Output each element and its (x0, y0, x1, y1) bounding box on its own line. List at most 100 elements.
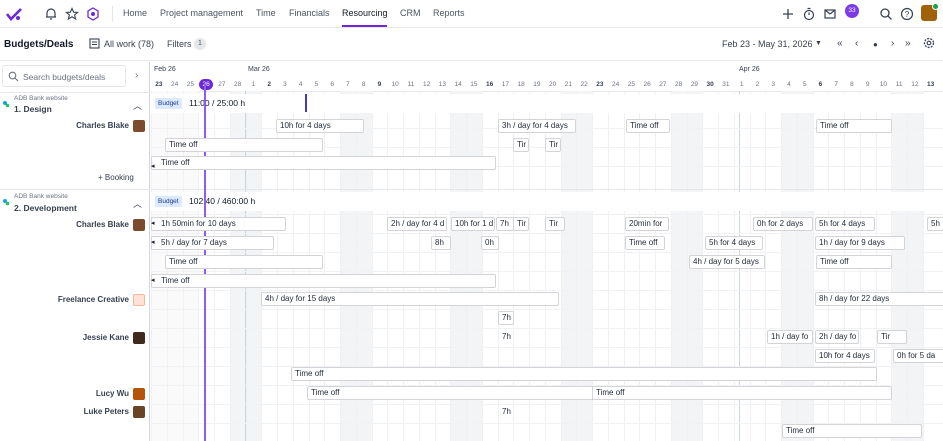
bell-icon[interactable] (44, 7, 58, 21)
booking-bar[interactable]: 3h / day for 4 days (498, 119, 576, 133)
all-work-selector[interactable]: All work (78) (104, 39, 154, 49)
booking-bar[interactable]: Time off (816, 255, 892, 269)
booking-bar[interactable]: 1h / day fo (767, 330, 813, 344)
day-column[interactable] (891, 91, 907, 441)
booking-bar[interactable]: 10h for 4 days (815, 349, 875, 363)
date-range-chevron-icon[interactable]: ▼ (815, 40, 822, 47)
gear-icon[interactable] (923, 37, 935, 49)
star-icon[interactable] (65, 7, 79, 21)
group-name[interactable]: 2. Development (14, 203, 77, 213)
svg-text:?: ? (905, 10, 910, 19)
booking-bar[interactable]: 0h for 2 days (753, 217, 813, 231)
booking-bar[interactable]: Tir (513, 217, 529, 231)
filters-button[interactable]: Filters (167, 39, 192, 49)
booking-bar[interactable]: 0h for 5 da (893, 349, 943, 363)
nav-home[interactable]: Home (123, 8, 147, 18)
person-name[interactable]: Lucy Wu (96, 389, 129, 398)
hexagon-icon[interactable] (86, 7, 100, 21)
booking-bar[interactable]: Time off (165, 138, 323, 152)
stopwatch-icon[interactable] (802, 7, 816, 21)
booking-bar[interactable]: 4h / day for 5 days (689, 255, 765, 269)
booking-bar[interactable]: 0h (481, 236, 499, 250)
budget-progress-marker (305, 94, 307, 112)
collapse-group-chevron-icon[interactable]: ︿ (133, 197, 142, 210)
nav-financials[interactable]: Financials (289, 8, 330, 18)
day-number: 23 (596, 81, 604, 88)
double-chevron-left-icon[interactable]: « (837, 38, 843, 49)
booking-bar[interactable]: Time off (151, 156, 496, 170)
help-icon[interactable]: ? (900, 7, 914, 21)
booking-bar[interactable]: Tir (877, 330, 907, 344)
overflow-left-icon: ◂ (151, 220, 155, 227)
booking-bar[interactable]: Time off (816, 119, 892, 133)
booking-bar[interactable]: 7h (498, 405, 514, 419)
person-name[interactable]: Jessie Kane (83, 333, 129, 342)
booking-bar[interactable]: 4h / day for 15 days (261, 292, 559, 306)
day-number: 2 (755, 81, 760, 88)
date-range-picker[interactable]: Feb 23 - May 31, 2026 (722, 39, 813, 49)
booking-bar[interactable]: 2h / day for 4 d (387, 217, 447, 231)
booking-bar[interactable]: Time off (307, 386, 597, 400)
collapse-group-chevron-icon[interactable]: ︿ (133, 99, 142, 112)
row-divider (151, 328, 943, 329)
day-column[interactable] (923, 91, 939, 441)
booking-bar[interactable]: Time off (291, 367, 877, 381)
booking-bar[interactable]: 5h (927, 217, 943, 231)
booking-bar[interactable]: Time off (782, 424, 922, 438)
booking-bar[interactable]: Tir (545, 217, 565, 231)
booking-bar[interactable]: 7h (498, 311, 514, 325)
search-icon[interactable] (879, 7, 893, 21)
nav-time[interactable]: Time (256, 8, 276, 18)
booking-bar[interactable]: 10h for 4 days (276, 119, 364, 133)
person-name[interactable]: Freelance Creative (58, 295, 129, 304)
booking-bar[interactable]: Time off (165, 255, 323, 269)
booking-bar[interactable]: 10h for 1 d (451, 217, 495, 231)
avatar (133, 120, 145, 132)
day-number: 4 (298, 81, 303, 88)
day-number: 4 (787, 81, 791, 88)
nav-crm[interactable]: CRM (400, 8, 421, 18)
booking-bar[interactable]: Time off (625, 236, 665, 250)
day-gridline (151, 91, 152, 441)
person-name[interactable]: Charles Blake (76, 121, 129, 130)
booking-bar[interactable]: Time off (626, 119, 670, 133)
booking-bar[interactable]: 8h (431, 236, 451, 250)
notification-badge[interactable]: 33 (845, 4, 859, 18)
booking-bar[interactable]: Time off (592, 386, 892, 400)
nav-project-management[interactable]: Project management (160, 8, 243, 18)
person-name[interactable]: Luke Peters (84, 407, 129, 416)
plus-icon[interactable] (781, 7, 795, 21)
booking-bar[interactable]: Tir (545, 138, 561, 152)
user-avatar[interactable] (921, 3, 939, 21)
day-number: 24 (612, 81, 620, 88)
group-divider (151, 189, 943, 190)
add-booking-button[interactable]: + Booking (98, 173, 134, 182)
booking-bar[interactable]: 7h (498, 330, 514, 344)
person-name[interactable]: Charles Blake (76, 220, 129, 229)
add-booking-label: Booking (104, 173, 134, 182)
booking-bar[interactable]: 1h 50min for 10 days (151, 217, 286, 231)
booking-bar[interactable]: Tir (513, 138, 529, 152)
chevron-left-icon[interactable]: ‹ (855, 38, 858, 49)
nav-resourcing[interactable]: Resourcing (342, 8, 388, 18)
app-logo[interactable] (6, 6, 22, 22)
inbox-icon[interactable] (823, 7, 837, 21)
booking-bar[interactable]: 7h (496, 217, 514, 231)
booking-bar[interactable]: 8h / day for 22 days (815, 292, 943, 306)
collapse-all-chevron-icon[interactable]: › (135, 70, 138, 81)
today-dot-icon[interactable]: ● (873, 40, 878, 49)
booking-bar[interactable]: 5h / day for 7 days (151, 236, 274, 250)
booking-bar[interactable]: 5h for 4 days (815, 217, 875, 231)
chevron-right-icon[interactable]: › (891, 38, 894, 49)
day-number: 29 (690, 81, 698, 88)
booking-bar[interactable]: 5h for 4 days (705, 236, 763, 250)
booking-bar[interactable]: Time off (151, 274, 496, 288)
search-input[interactable]: Search budgets/deals (2, 65, 126, 87)
day-column[interactable] (907, 91, 923, 441)
booking-bar[interactable]: 20min for (625, 217, 669, 231)
double-chevron-right-icon[interactable]: » (905, 38, 911, 49)
booking-bar[interactable]: 2h / day fo (815, 330, 859, 344)
group-name[interactable]: 1. Design (14, 104, 52, 114)
nav-reports[interactable]: Reports (433, 8, 465, 18)
booking-bar[interactable]: 1h / day for 9 days (815, 236, 905, 250)
